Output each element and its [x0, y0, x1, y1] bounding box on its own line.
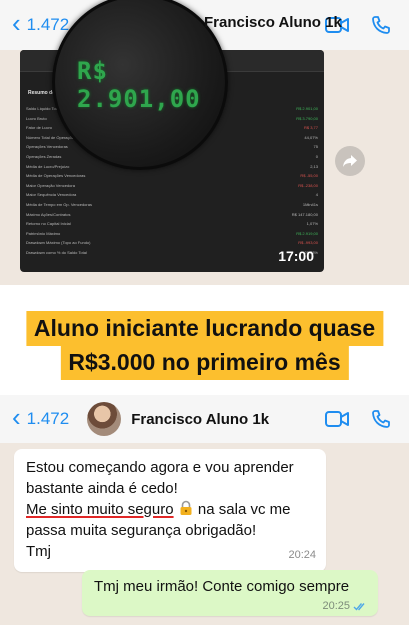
- report-row-label: Maior Operação Vencedora: [26, 182, 75, 188]
- report-row: Máximo Ações/Contratos R$ 147.180,00: [26, 212, 318, 218]
- message-timestamp: 20:24: [288, 549, 316, 561]
- caption-line-1: Aluno iniciante lucrando quase: [25, 311, 384, 346]
- report-row-label: Drawdown como % do Saldo Total: [26, 250, 87, 255]
- double-check-icon: [353, 602, 365, 611]
- report-row: Maior Operação Vencedora R$ -238,00: [26, 183, 318, 189]
- magnified-balance: R$ 2.901,00: [77, 57, 201, 113]
- back-button[interactable]: ‹ 1.472: [12, 402, 70, 432]
- report-row-label: Número Total de Operações: [26, 134, 76, 140]
- report-row-value: 1Min41s: [302, 202, 318, 207]
- report-row-value: 2,13: [310, 163, 318, 169]
- report-row-label: Operações Zeradas: [26, 154, 62, 159]
- forward-button[interactable]: [335, 146, 365, 176]
- report-row-value: R$ -55,00: [300, 173, 318, 179]
- report-row: Média de Lucro/Prejuízo 2,13: [26, 164, 318, 170]
- report-row-value: R$ 147.180,00: [291, 211, 318, 217]
- report-row-value: R$ -238,00: [298, 182, 318, 188]
- report-row-label: Fator de Lucro: [26, 125, 53, 131]
- chevron-left-icon: ‹: [12, 8, 21, 38]
- report-row-label: Média de Operações Vencedoras: [26, 173, 86, 179]
- chevron-left-icon: ‹: [12, 402, 21, 432]
- bottom-chat-screenshot: ‹ 1.472 Francisco Aluno 1k Estou começan…: [0, 395, 409, 625]
- message-line: Me sinto muito seguro na sala vc me: [26, 499, 314, 520]
- report-row-value: R$ 2.901,00: [296, 106, 318, 111]
- message-text: na sala vc me: [197, 501, 291, 518]
- video-section-title: Resumo de: [28, 90, 55, 96]
- outgoing-message[interactable]: Tmj meu irmão! Conte comigo sempre 20:25: [82, 570, 378, 616]
- report-row-label: Média de Tempo em Op. Vencedoras: [26, 202, 92, 207]
- phone-icon[interactable]: [371, 409, 391, 429]
- report-row-label: Máximo Ações/Contratos: [26, 211, 71, 217]
- report-row: Maior Sequência Vencedora 4: [26, 192, 318, 198]
- back-button[interactable]: ‹ 1.472: [12, 8, 70, 38]
- unread-count: 1.472: [26, 409, 70, 428]
- report-row: Drawdown como % do Saldo Total 25,83%: [26, 250, 318, 256]
- report-row: Retorno no Capital Inicial 1,07%: [26, 221, 318, 227]
- lock-icon: [180, 500, 192, 515]
- report-row: Média de Tempo em Op. Vencedoras 1Min41s: [26, 202, 318, 208]
- report-row-value: 75: [313, 144, 318, 150]
- message-text: Tmj meu irmão! Conte comigo sempre: [94, 578, 350, 595]
- unread-count: 1.472: [26, 15, 70, 34]
- report-row-label: Lucro Bruto: [26, 115, 47, 121]
- report-row-value: 1,07%: [306, 221, 318, 227]
- message-line: Tmj: [26, 543, 51, 560]
- report-row-label: Maior Sequência Vencedora: [26, 192, 77, 198]
- report-row-value: R$ -993,00: [298, 240, 318, 246]
- avatar[interactable]: [87, 402, 122, 436]
- contact-name: Francisco Aluno 1k: [204, 14, 342, 31]
- report-row-value: 44,07%: [304, 134, 318, 140]
- share-icon: [343, 155, 357, 167]
- message-status: 20:25: [322, 600, 368, 612]
- caption-banner: Aluno iniciante lucrando quase R$3.000 n…: [0, 285, 409, 395]
- message-line: Estou começando agora e vou aprender: [26, 459, 294, 476]
- message-timestamp: 20:25: [322, 600, 350, 612]
- report-row-value: R$ 3.790,00: [296, 115, 318, 121]
- report-row-value: R$ 3,77: [303, 125, 318, 131]
- magnifier-lens: R$ 2.901,00: [52, 0, 228, 170]
- message-line: passa muita segurança obrigadão!: [26, 522, 257, 539]
- report-row-value: 4: [315, 192, 318, 198]
- contact-name[interactable]: Francisco Aluno 1k: [131, 411, 269, 428]
- report-row-label: Drawdown Máximo (Topo ao Fundo): [26, 240, 91, 246]
- chat-header: ‹ 1.472 Francisco Aluno 1k: [0, 395, 409, 443]
- report-row: Patrimônio Máximo R$ 2.919,00: [26, 231, 318, 237]
- report-row-value: 0: [315, 154, 318, 159]
- phone-icon[interactable]: [371, 15, 391, 35]
- report-row-label: Patrimônio Máximo: [26, 230, 61, 236]
- report-row: Drawdown Máximo (Topo ao Fundo) R$ -993,0…: [26, 240, 318, 246]
- report-row-value: R$ 2.919,00: [296, 230, 318, 236]
- video-duration: 17:00: [278, 248, 314, 264]
- report-row: Média de Operações Vencedoras R$ -55,00: [26, 173, 318, 179]
- report-row-label: Média de Lucro/Prejuízo: [26, 163, 70, 169]
- report-row-label: Operações Vencedoras: [26, 144, 68, 150]
- caption-line-2: R$3.000 no primeiro mês: [60, 345, 349, 380]
- report-row-label: Retorno no Capital Inicial: [26, 221, 71, 227]
- incoming-message[interactable]: Estou começando agora e vou aprender bas…: [14, 449, 326, 572]
- underlined-phrase: Me sinto muito seguro: [26, 501, 174, 518]
- video-call-icon[interactable]: [325, 410, 349, 428]
- message-line: bastante ainda é cedo!: [26, 480, 178, 497]
- top-chat-screenshot: ‹ 1.472 Francisco Aluno 1k Resumo de Sal…: [0, 0, 409, 285]
